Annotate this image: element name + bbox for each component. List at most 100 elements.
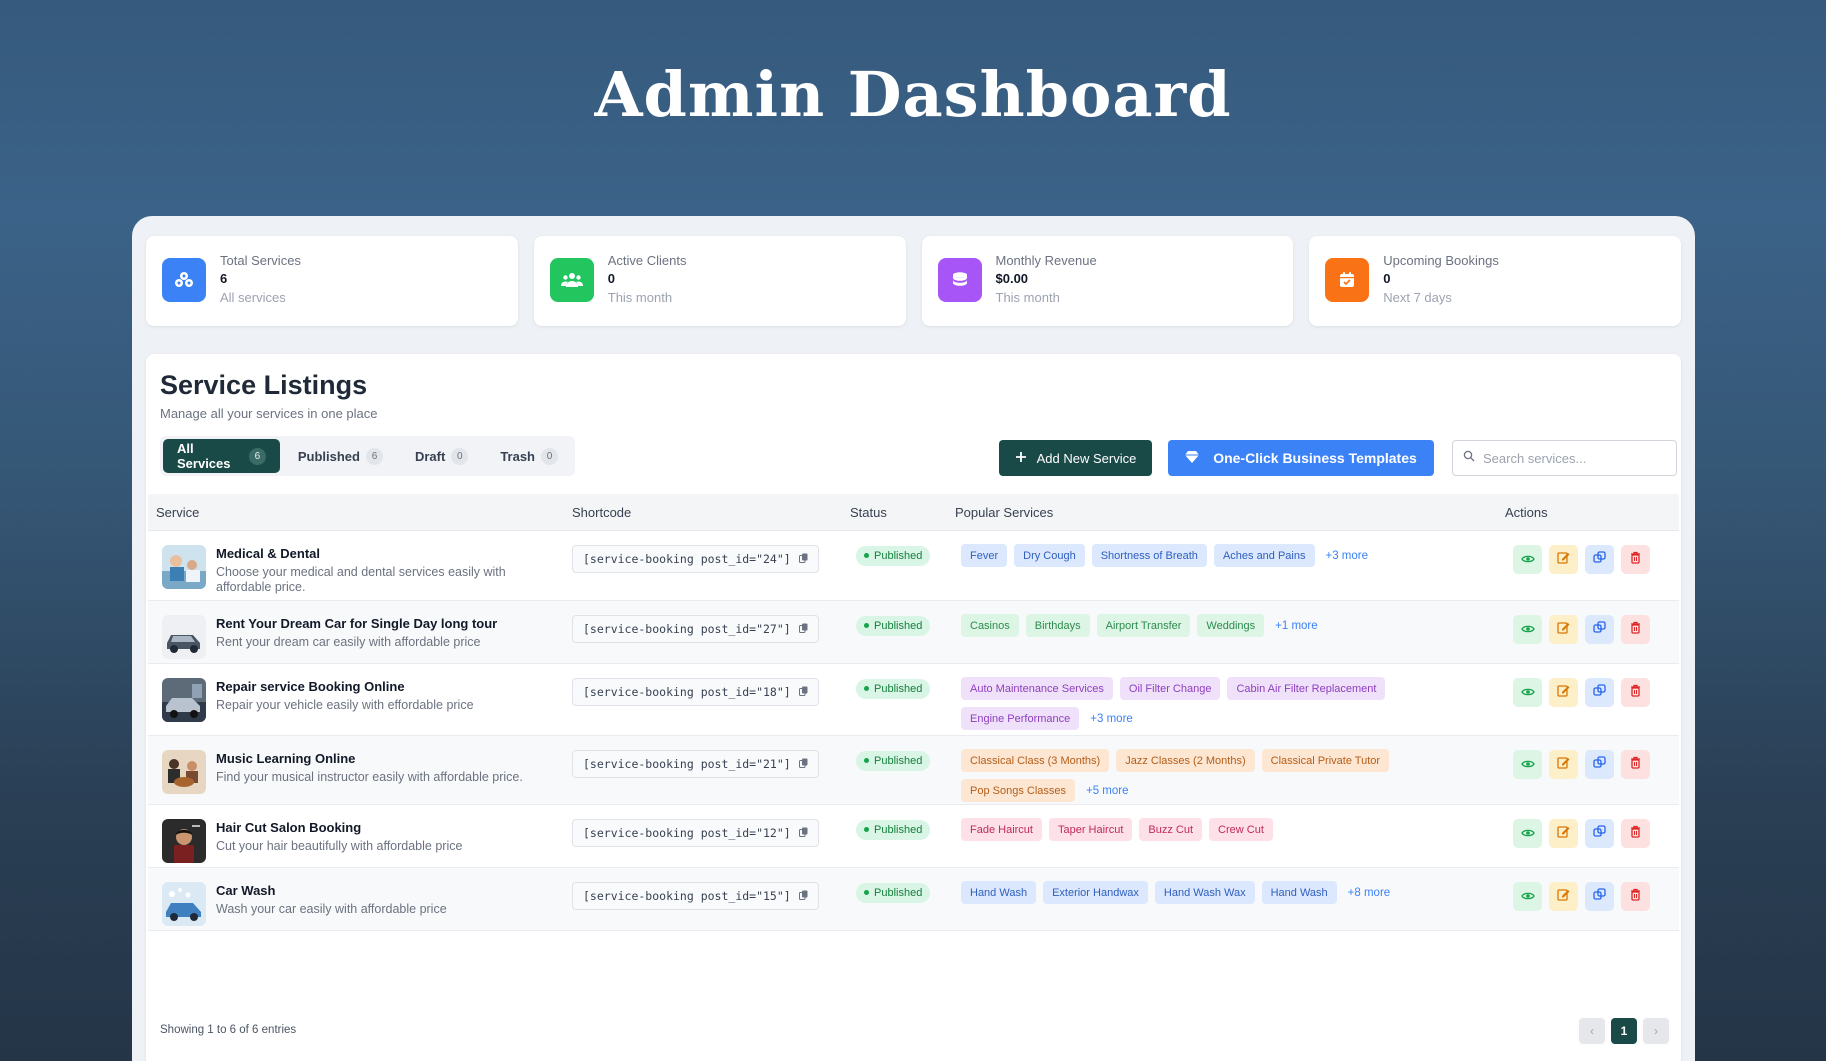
- prev-page-button[interactable]: ‹: [1579, 1018, 1605, 1044]
- shortcode-copy[interactable]: [service-booking post_id="24"]: [572, 545, 819, 573]
- trash-icon: [1630, 888, 1641, 906]
- tab-count-badge: 0: [451, 447, 469, 465]
- status-cell: Published: [850, 531, 955, 600]
- popular-service-tag: Taper Haircut: [1048, 818, 1133, 841]
- shortcode-copy[interactable]: [service-booking post_id="21"]: [572, 750, 819, 778]
- shortcode-copy[interactable]: [service-booking post_id="12"]: [572, 819, 819, 847]
- service-description: Wash your car easily with affordable pri…: [216, 902, 447, 916]
- duplicate-button[interactable]: [1585, 750, 1614, 779]
- status-badge: Published: [856, 678, 931, 699]
- service-info: Medical & Dental Choose your medical and…: [216, 545, 531, 600]
- column-header-service[interactable]: Service: [148, 505, 572, 520]
- more-tags-link[interactable]: +3 more: [1086, 707, 1137, 730]
- status-cell: Published: [850, 868, 955, 930]
- delete-button[interactable]: [1621, 750, 1650, 779]
- edit-button[interactable]: [1549, 678, 1578, 707]
- shortcode-copy[interactable]: [service-booking post_id="18"]: [572, 678, 819, 706]
- edit-button[interactable]: [1549, 819, 1578, 848]
- duplicate-button[interactable]: [1585, 545, 1614, 574]
- tab-label: Draft: [414, 448, 446, 464]
- column-header-status[interactable]: Status: [850, 505, 955, 520]
- duplicate-button[interactable]: [1585, 819, 1614, 848]
- eye-icon: [1520, 551, 1535, 569]
- shortcode-copy[interactable]: [service-booking post_id="27"]: [572, 615, 819, 643]
- edit-icon: [1557, 756, 1570, 774]
- more-tags-link[interactable]: +1 more: [1271, 614, 1322, 637]
- service-name[interactable]: Repair service Booking Online: [216, 678, 531, 696]
- view-button[interactable]: [1513, 678, 1542, 707]
- copy-icon: [798, 889, 808, 903]
- business-templates-button[interactable]: One-Click Business Templates: [1168, 440, 1434, 476]
- page-1-button[interactable]: 1: [1611, 1018, 1637, 1044]
- delete-button[interactable]: [1621, 678, 1650, 707]
- service-name[interactable]: Car Wash: [216, 882, 531, 900]
- popular-services-cell: Fever Dry Cough Shortness of Breath Aches a…: [955, 531, 1505, 600]
- more-tags-link[interactable]: +8 more: [1344, 881, 1395, 904]
- service-listings: Service Listings Manage all your service…: [146, 354, 1681, 1061]
- stat-text: Active Clients 0 This month: [608, 252, 687, 308]
- shortcode-text: [service-booking post_id="15"]: [583, 889, 791, 903]
- service-name[interactable]: Medical & Dental: [216, 545, 531, 563]
- duplicate-button[interactable]: [1585, 882, 1614, 911]
- trash-icon: [1630, 621, 1641, 639]
- view-button[interactable]: [1513, 615, 1542, 644]
- service-name[interactable]: Hair Cut Salon Booking: [216, 819, 531, 837]
- tab-trash[interactable]: Trash 0: [486, 439, 572, 473]
- edit-button[interactable]: [1549, 750, 1578, 779]
- column-header-actions: Actions: [1505, 504, 1548, 520]
- popular-service-tag: Jazz Classes (2 Months): [1116, 749, 1255, 772]
- service-cell: Hair Cut Salon Booking Cut your hair bea…: [148, 805, 572, 867]
- next-page-button[interactable]: ›: [1643, 1018, 1669, 1044]
- service-info: Car Wash Wash your car easily with affor…: [216, 882, 531, 930]
- search-field[interactable]: [1452, 440, 1677, 476]
- service-cell: Rent Your Dream Car for Single Day long …: [148, 601, 572, 663]
- actions-cell: [1505, 601, 1679, 663]
- status-label: Published: [874, 682, 923, 695]
- service-name[interactable]: Music Learning Online: [216, 750, 531, 768]
- view-button[interactable]: [1513, 882, 1542, 911]
- service-name[interactable]: Rent Your Dream Car for Single Day long …: [216, 615, 531, 633]
- service-thumbnail: [162, 678, 206, 722]
- shortcode-cell: [service-booking post_id="24"]: [572, 531, 850, 600]
- search-input[interactable]: [1483, 450, 1663, 466]
- more-tags-link[interactable]: +3 more: [1322, 544, 1373, 567]
- stats-row: Total Services 6 All services Active Cli…: [146, 236, 1681, 326]
- duplicate-button[interactable]: [1585, 678, 1614, 707]
- column-header-shortcode[interactable]: Shortcode: [572, 505, 850, 520]
- delete-button[interactable]: [1621, 882, 1650, 911]
- status-label: Published: [874, 754, 923, 767]
- delete-button[interactable]: [1621, 819, 1650, 848]
- view-button[interactable]: [1513, 750, 1542, 779]
- duplicate-button[interactable]: [1585, 615, 1614, 644]
- edit-icon: [1557, 825, 1570, 843]
- shortcode-text: [service-booking post_id="21"]: [583, 757, 791, 771]
- stat-value: 0: [607, 271, 615, 286]
- search-icon: [1463, 449, 1475, 467]
- status-dot-icon: [864, 553, 869, 558]
- view-button[interactable]: [1513, 545, 1542, 574]
- duplicate-icon: [1593, 824, 1606, 843]
- popular-service-tag: Oil Filter Change: [1119, 677, 1221, 700]
- more-tags-link[interactable]: +5 more: [1082, 779, 1133, 802]
- edit-button[interactable]: [1549, 615, 1578, 644]
- shortcode-copy[interactable]: [service-booking post_id="15"]: [572, 882, 819, 910]
- edit-button[interactable]: [1549, 545, 1578, 574]
- view-button[interactable]: [1513, 819, 1542, 848]
- status-cell: Published: [850, 805, 955, 867]
- edit-button[interactable]: [1549, 882, 1578, 911]
- table-row: Medical & Dental Choose your medical and…: [148, 531, 1679, 601]
- popular-service-tag: Shortness of Breath: [1091, 544, 1207, 567]
- copy-icon: [798, 552, 808, 566]
- add-new-service-button[interactable]: Add New Service: [999, 440, 1152, 476]
- status-tabs: All Services 6 Published 6 Draft 0 Trash 0: [160, 436, 575, 476]
- delete-button[interactable]: [1621, 615, 1650, 644]
- popular-service-tag: Auto Maintenance Services: [961, 677, 1113, 700]
- delete-button[interactable]: [1621, 545, 1650, 574]
- tab-draft[interactable]: Draft 0: [401, 439, 482, 473]
- tab-all-services[interactable]: All Services 6: [163, 439, 280, 473]
- eye-icon: [1520, 621, 1535, 639]
- popular-services-cell: Fade Haircut Taper Haircut Buzz Cut Crew Cu…: [955, 805, 1505, 867]
- tab-published[interactable]: Published 6: [284, 439, 397, 473]
- column-header-popular-services[interactable]: Popular Services: [955, 505, 1505, 520]
- duplicate-icon: [1593, 550, 1606, 569]
